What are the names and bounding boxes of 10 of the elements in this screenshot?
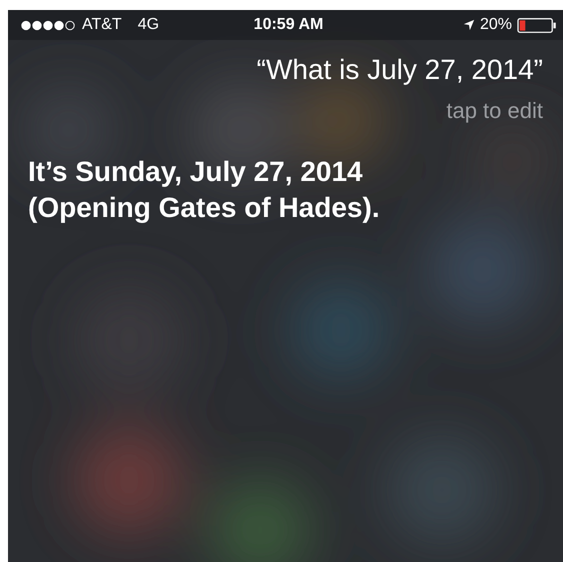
spoken-query: “What is July 27, 2014” <box>256 53 544 86</box>
carrier-name: AT&T <box>82 16 122 34</box>
siri-answer: It’s Sunday, July 27, 2014 (Opening Gates of Hades). <box>27 155 381 226</box>
signal-icon <box>20 20 76 30</box>
network-type: 4G <box>138 16 160 34</box>
battery-percent: 20% <box>480 16 512 34</box>
clock-time: 10:59 AM <box>254 16 324 34</box>
location-arrow-icon <box>462 19 475 31</box>
battery-icon <box>517 18 557 32</box>
tap-to-edit-link[interactable]: tap to edit <box>8 86 563 124</box>
